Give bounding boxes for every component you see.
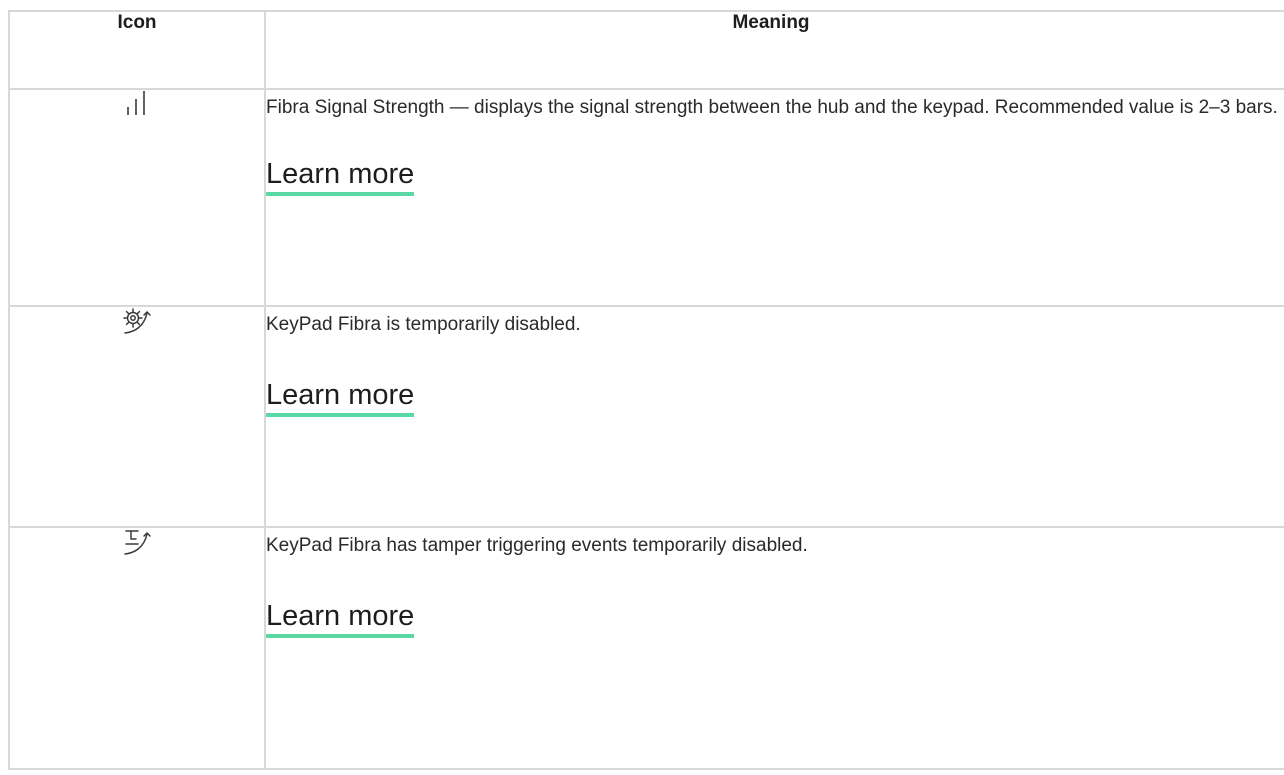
table-row: Fibra Signal Strength — displays the sig… [8,88,1284,307]
row-description: KeyPad Fibra is temporarily disabled. [266,314,581,335]
icon-cell [8,305,266,528]
table-header-row: Icon Meaning [8,10,1284,90]
meaning-cell: Fibra Signal Strength — displays the sig… [264,88,1284,307]
learn-more-link[interactable]: Learn more [266,378,415,417]
table-row: KeyPad Fibra is temporarily disabled. Le… [8,305,1284,528]
meaning-cell: KeyPad Fibra is temporarily disabled. Le… [264,305,1284,528]
learn-more-link[interactable]: Learn more [266,599,415,638]
icon-column-header: Icon [8,10,266,90]
row-description: Fibra Signal Strength — displays the sig… [266,97,1278,118]
icons-table: Icon Meaning Fibra Signal Strength — dis… [8,10,1284,770]
row-description: KeyPad Fibra has tamper triggering event… [266,535,808,556]
learn-more-link[interactable]: Learn more [266,157,415,196]
table-row: KeyPad Fibra has tamper triggering event… [8,526,1284,770]
meaning-column-header: Meaning [264,10,1284,90]
meaning-cell: KeyPad Fibra has tamper triggering event… [264,526,1284,770]
icon-cell [8,88,266,307]
page: Icon Meaning Fibra Signal Strength — dis… [0,0,1284,775]
signal-strength-icon [127,91,145,115]
icon-cell [8,526,266,770]
gear-disabled-icon [123,308,151,334]
tamper-disabled-icon [124,530,151,555]
